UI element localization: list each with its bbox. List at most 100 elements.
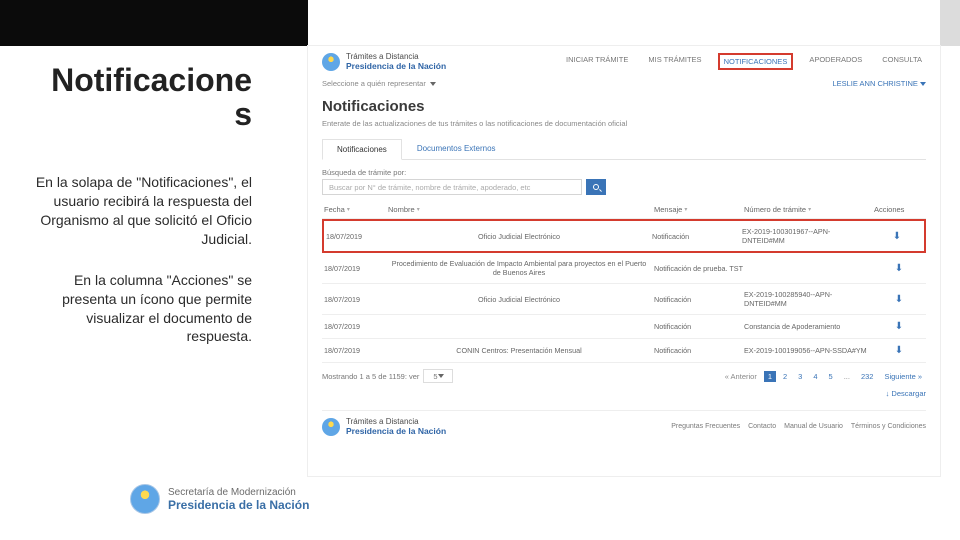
- pager-next[interactable]: Siguiente »: [880, 371, 926, 382]
- sort-icon: ▾: [347, 206, 350, 213]
- col-fecha[interactable]: Fecha: [324, 205, 345, 214]
- pagination: « Anterior 1 2 3 4 5 ... 232 Siguiente »: [721, 371, 926, 382]
- slide-paragraph-2: En la columna "Acciones" se presenta un …: [34, 271, 252, 347]
- pager-page[interactable]: 4: [809, 371, 821, 382]
- table-row: 18/07/2019 Procedimiento de Evaluación d…: [322, 253, 926, 284]
- pager-page[interactable]: 1: [764, 371, 776, 382]
- header-row: Trámites a Distancia Presidencia de la N…: [322, 52, 926, 71]
- notifications-table: Fecha▾ Nombre▾ Mensaje▾ Número de trámit…: [322, 201, 926, 363]
- slide-title-2: s: [34, 98, 252, 132]
- table-row: 18/07/2019 Oficio Judicial Electrónico N…: [322, 284, 926, 315]
- represent-label: Seleccione a quién representar: [322, 79, 426, 88]
- download-icon[interactable]: ⬇: [874, 345, 924, 356]
- search-input[interactable]: Buscar por N° de trámite, nombre de trám…: [322, 179, 582, 195]
- user-name: LESLIE ANN CHRISTINE: [832, 79, 917, 88]
- footer-brand-line2: Presidencia de la Nación: [346, 426, 446, 436]
- slide-title: Notificacione s: [34, 64, 252, 131]
- page-size-select[interactable]: 5: [423, 369, 453, 383]
- brand-line2: Presidencia de la Nación: [346, 61, 446, 71]
- cell-fecha: 18/07/2019: [326, 232, 386, 241]
- col-nombre[interactable]: Nombre: [388, 205, 415, 214]
- secretaria-line2: Presidencia de la Nación: [168, 498, 309, 512]
- nav-iniciar-tramite[interactable]: INICIAR TRÁMITE: [562, 53, 632, 70]
- sort-icon: ▾: [808, 206, 811, 213]
- tabs: Notificaciones Documentos Externos: [322, 138, 926, 160]
- pager-prev[interactable]: « Anterior: [721, 371, 761, 382]
- footer-link-manual[interactable]: Manual de Usuario: [784, 423, 843, 430]
- user-menu[interactable]: LESLIE ANN CHRISTINE: [832, 79, 926, 88]
- table-row: 18/07/2019 Notificación Constancia de Ap…: [322, 315, 926, 339]
- footer-brand: Trámites a Distancia Presidencia de la N…: [322, 417, 446, 436]
- pager-page[interactable]: 232: [857, 371, 878, 382]
- secretaria-line1: Secretaría de Modernización: [168, 487, 309, 498]
- cell-nombre: Procedimiento de Evaluación de Impacto A…: [384, 259, 654, 277]
- footer-links: Preguntas Frecuentes Contacto Manual de …: [671, 423, 926, 430]
- download-icon[interactable]: ⬇: [874, 263, 924, 274]
- nav-notificaciones[interactable]: NOTIFICACIONES: [718, 53, 794, 70]
- footer-link-preguntas[interactable]: Preguntas Frecuentes: [671, 423, 740, 430]
- download-icon[interactable]: ⬇: [874, 294, 924, 305]
- tab-documentos-externos[interactable]: Documentos Externos: [402, 138, 511, 159]
- secretaria-logo: Secretaría de Modernización Presidencia …: [130, 484, 309, 514]
- cell-fecha: 18/07/2019: [324, 322, 384, 331]
- search-icon: [593, 184, 599, 190]
- brand: Trámites a Distancia Presidencia de la N…: [322, 52, 446, 71]
- search-label: Búsqueda de trámite por:: [322, 168, 926, 177]
- cell-fecha: 18/07/2019: [324, 295, 384, 304]
- download-all-link[interactable]: ↓ Descargar: [322, 389, 926, 398]
- cell-mensaje: Notificación: [654, 322, 744, 331]
- slide-paragraph-1: En la solapa de "Notificaciones", el usu…: [34, 173, 252, 249]
- nav-apoderados[interactable]: APODERADOS: [805, 53, 866, 70]
- slide-title-1: Notificacione: [51, 62, 252, 98]
- national-crest-icon: [130, 484, 160, 514]
- showing-label: Mostrando 1 a 5 de 1159: ver: [322, 372, 419, 381]
- top-nav: INICIAR TRÁMITE MIS TRÁMITES NOTIFICACIO…: [562, 53, 926, 70]
- footer-link-terminos[interactable]: Términos y Condiciones: [851, 423, 926, 430]
- table-row: 18/07/2019 Oficio Judicial Electrónico N…: [322, 219, 926, 253]
- page-title: Notificaciones: [322, 98, 926, 115]
- nav-mis-tramites[interactable]: MIS TRÁMITES: [644, 53, 705, 70]
- cell-mensaje: Notificación: [652, 232, 742, 241]
- search-button[interactable]: [586, 179, 606, 195]
- sort-icon: ▾: [684, 206, 687, 213]
- national-crest-icon: [322, 418, 340, 436]
- search-placeholder: Buscar por N° de trámite, nombre de trám…: [329, 183, 530, 192]
- national-crest-icon: [322, 53, 340, 71]
- cell-numero: EX-2019-100285940--APN-DNTEID#MM: [744, 290, 874, 308]
- cell-numero: EX-2019-100199056--APN-SSDA#YM: [744, 346, 874, 355]
- cell-numero: Constancia de Apoderamiento: [744, 322, 874, 331]
- slide-text-column: Notificacione s En la solapa de "Notific…: [0, 46, 270, 346]
- slide-dark-band: [0, 0, 308, 46]
- col-numero[interactable]: Número de trámite: [744, 205, 806, 214]
- screenshot-panel: Trámites a Distancia Presidencia de la N…: [308, 46, 940, 476]
- chevron-down-icon: [438, 374, 444, 378]
- pager-ellipsis: ...: [840, 371, 854, 382]
- pager-page[interactable]: 2: [779, 371, 791, 382]
- cell-nombre: Oficio Judicial Electrónico: [384, 295, 654, 304]
- sort-icon: ▾: [417, 206, 420, 213]
- cell-nombre: Oficio Judicial Electrónico: [386, 232, 652, 241]
- pagination-row: Mostrando 1 a 5 de 1159: ver 5 « Anterio…: [322, 369, 926, 383]
- cell-mensaje: Notificación: [654, 295, 744, 304]
- table-row: 18/07/2019 CONIN Centros: Presentación M…: [322, 339, 926, 363]
- cell-fecha: 18/07/2019: [324, 264, 384, 273]
- cell-numero: EX-2019-100301967--APN-DNTEID#MM: [742, 227, 872, 245]
- footer-brand-line1: Trámites a Distancia: [346, 417, 446, 426]
- cell-nombre: CONIN Centros: Presentación Mensual: [384, 346, 654, 355]
- chevron-down-icon[interactable]: [430, 82, 436, 86]
- col-mensaje[interactable]: Mensaje: [654, 205, 682, 214]
- representative-row: Seleccione a quién representar LESLIE AN…: [322, 79, 926, 88]
- table-header: Fecha▾ Nombre▾ Mensaje▾ Número de trámit…: [322, 201, 926, 219]
- screenshot-footer: Trámites a Distancia Presidencia de la N…: [322, 410, 926, 436]
- pager-page[interactable]: 5: [825, 371, 837, 382]
- download-icon[interactable]: ⬇: [874, 321, 924, 332]
- nav-consulta[interactable]: CONSULTA: [878, 53, 926, 70]
- tab-notificaciones[interactable]: Notificaciones: [322, 139, 402, 160]
- pager-page[interactable]: 3: [794, 371, 806, 382]
- slide-right-band: [940, 0, 960, 46]
- download-icon[interactable]: ⬇: [872, 231, 922, 242]
- cell-mensaje: Notificación: [654, 346, 744, 355]
- footer-link-contacto[interactable]: Contacto: [748, 423, 776, 430]
- chevron-down-icon: [920, 82, 926, 86]
- col-acciones: Acciones: [874, 205, 924, 214]
